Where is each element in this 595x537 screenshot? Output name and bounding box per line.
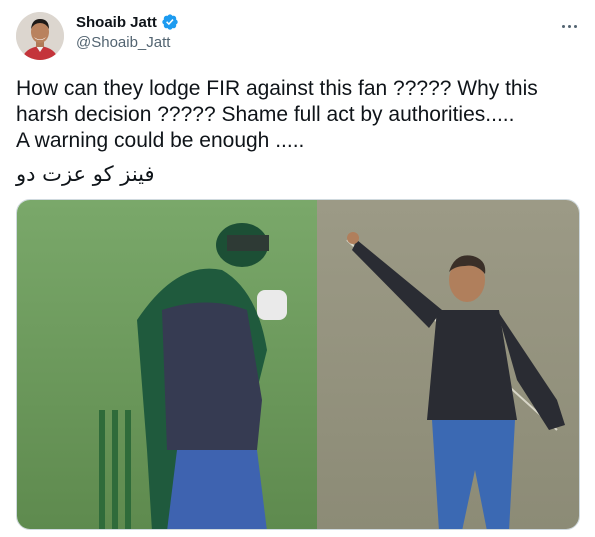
more-options-icon[interactable] xyxy=(559,16,579,36)
dot xyxy=(561,24,565,28)
tweet-media-image[interactable] xyxy=(16,199,580,530)
display-name[interactable]: Shoaib Jatt xyxy=(76,14,157,31)
author-handle[interactable]: @Shoaib_Jatt xyxy=(76,34,179,51)
author-block: Shoaib Jatt @Shoaib_Jatt xyxy=(76,13,179,51)
dot xyxy=(573,24,577,28)
name-row: Shoaib Jatt xyxy=(76,13,179,31)
avatar[interactable] xyxy=(16,12,64,60)
tweet-urdu-text: فینز کو عزت دو xyxy=(16,162,155,186)
tweet-card: Shoaib Jatt @Shoaib_Jatt How can they lo… xyxy=(0,0,595,537)
dot xyxy=(567,24,571,28)
verified-badge-icon xyxy=(161,13,179,31)
tweet-text: How can they lodge FIR against this fan … xyxy=(16,77,538,152)
